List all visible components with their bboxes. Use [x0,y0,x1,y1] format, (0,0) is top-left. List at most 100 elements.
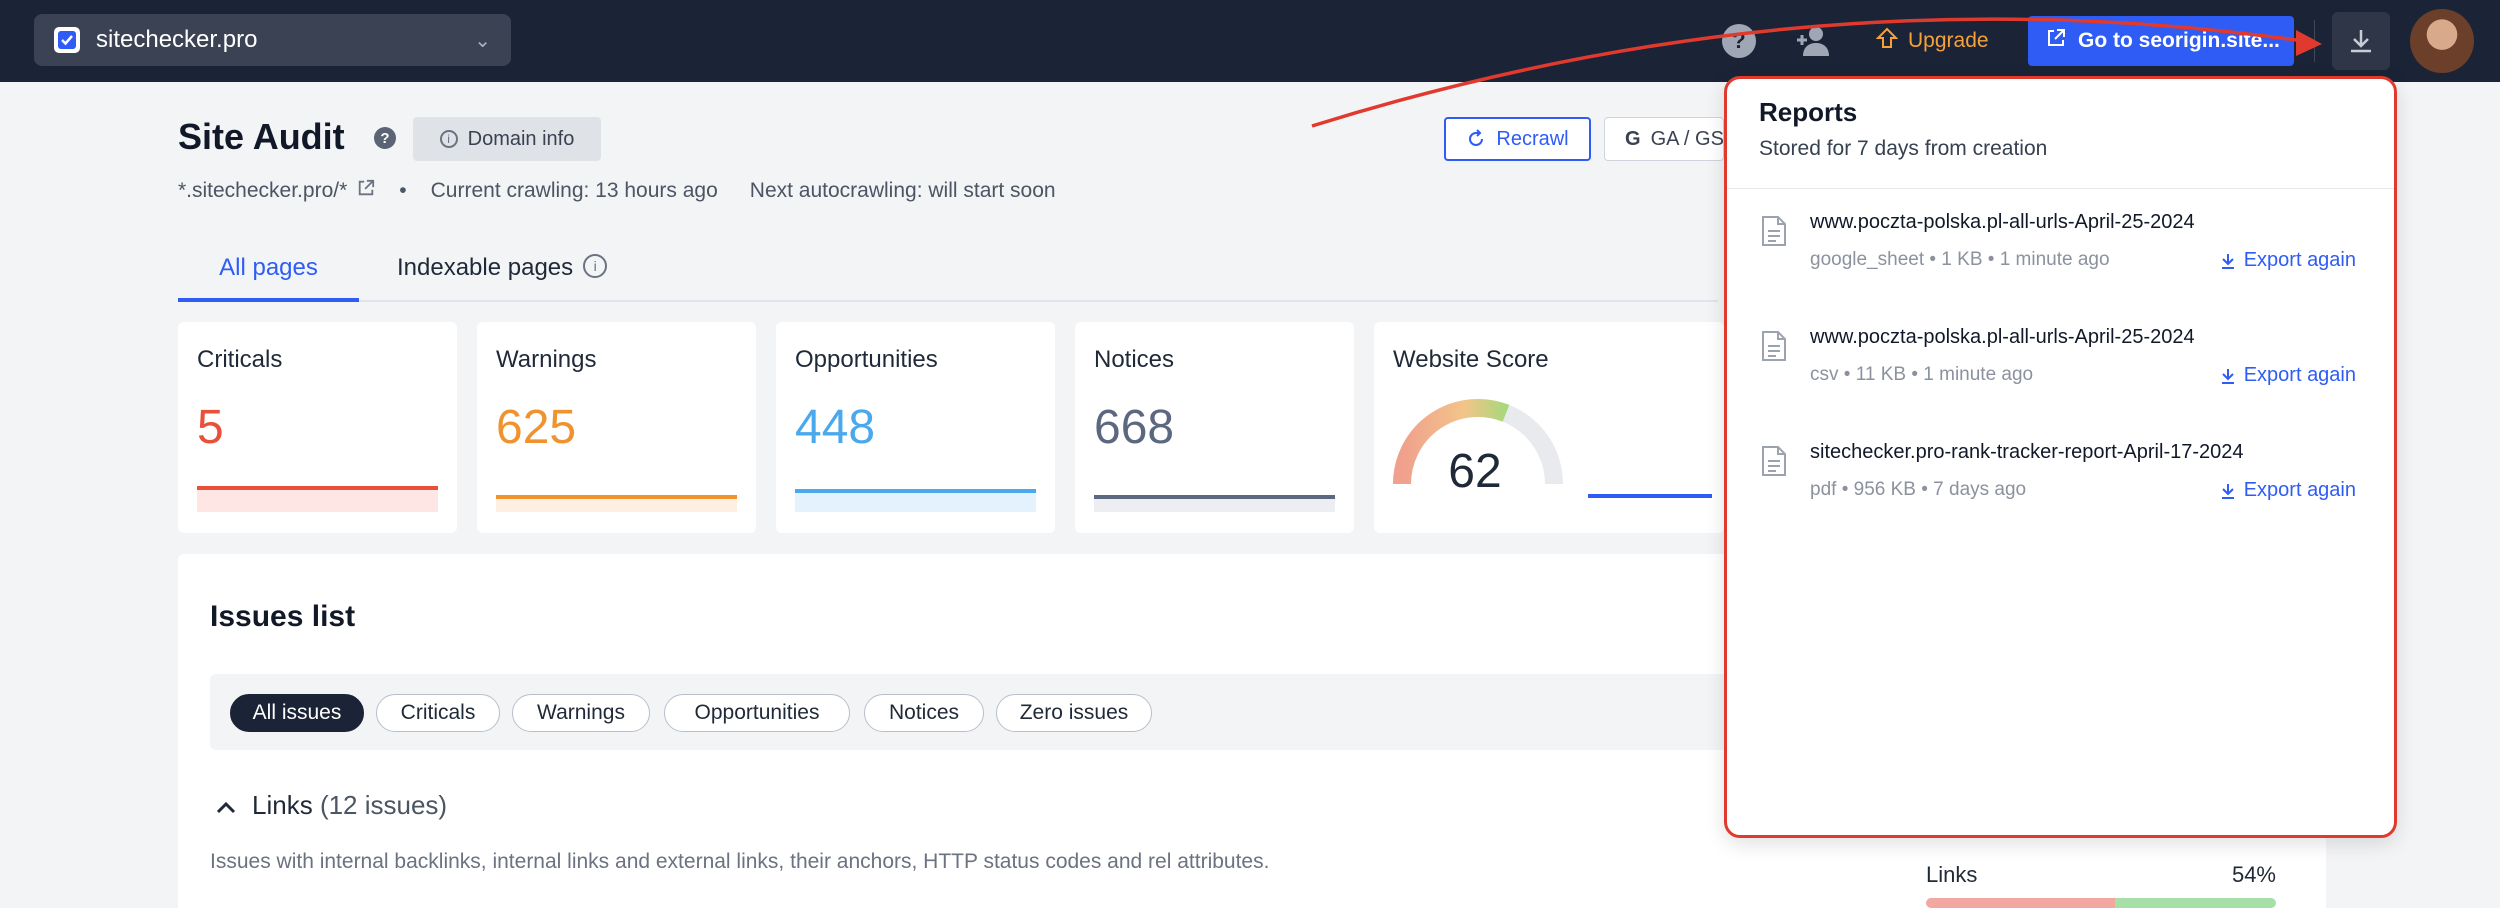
help-icon[interactable]: ? [1722,24,1756,58]
recrawl-label: Recrawl [1496,127,1569,150]
report-item[interactable]: www.poczta-polska.pl-all-urls-April-25-2… [1761,326,2371,416]
filter-criticals[interactable]: Criticals [376,694,500,732]
download-small-icon [2221,253,2234,269]
add-user-icon[interactable] [1794,24,1834,58]
score-trend-line [1588,494,1712,498]
export-again-button[interactable]: Export again [2220,479,2356,502]
warnings-card[interactable]: Warnings 625 [477,322,756,533]
card-label: Warnings [496,346,597,373]
domain-link[interactable]: *.sitechecker.pro/* [178,179,347,203]
report-name[interactable]: www.poczta-polska.pl-all-urls-April-25-2… [1810,326,2195,349]
document-icon [1762,216,1786,246]
external-link-small-icon[interactable] [357,179,375,203]
separator-bullet: • [399,179,407,202]
criticals-card[interactable]: Criticals 5 [178,322,457,533]
top-navigation-bar: sitechecker.pro ⌄ ? Upgrade Go to seorig… [0,0,2500,82]
tab-all-pages[interactable]: All pages [178,252,359,302]
ga-gsc-button[interactable]: G GA / GS [1604,117,1724,161]
domain-info-button[interactable]: i Domain info [413,117,601,161]
site-favicon-icon [54,27,80,53]
download-small-icon [2221,483,2234,499]
refresh-icon [1469,129,1484,146]
current-crawling: Current crawling: 13 hours ago [430,179,718,202]
tab-indexable-pages[interactable]: Indexable pages i [397,252,608,282]
export-again-button[interactable]: Export again [2220,364,2356,387]
notices-card[interactable]: Notices 668 [1075,322,1354,533]
export-again-label: Export again [2243,364,2356,386]
download-reports-button[interactable] [2332,12,2390,70]
links-group-name: Links [252,790,313,820]
report-meta: google_sheet • 1 KB • 1 minute ago [1810,249,2110,270]
document-icon [1762,331,1786,361]
card-label: Notices [1094,346,1175,373]
report-meta: csv • 11 KB • 1 minute ago [1810,364,2034,385]
chevron-up-icon [216,790,236,821]
reports-header: Reports Stored for 7 days from creation [1727,79,2394,189]
topbar-divider [2314,20,2315,62]
upgrade-button[interactable]: Upgrade [1875,20,1989,62]
filter-zero-issues[interactable]: Zero issues [996,694,1152,732]
issues-title: Issues list [210,600,356,633]
external-link-icon [2046,28,2066,54]
export-again-label: Export again [2243,249,2356,271]
document-icon [1762,446,1786,476]
links-group-toggle[interactable]: Links (12 issues) [216,790,447,821]
download-small-icon [2221,368,2234,384]
user-avatar[interactable] [2410,9,2474,73]
crawl-status-line: *.sitechecker.pro/* • Current crawling: … [178,179,1056,203]
report-name[interactable]: sitechecker.pro-rank-tracker-report-Apri… [1810,441,2244,464]
links-issue-count: (12 issues) [319,790,448,820]
go-to-site-button[interactable]: Go to seorigin.site... [2028,16,2294,66]
info-icon[interactable]: i [583,254,608,278]
info-icon: i [439,130,458,148]
filter-opportunities[interactable]: Opportunities [664,694,850,732]
site-selector-dropdown[interactable]: sitechecker.pro ⌄ [34,14,511,66]
filter-notices[interactable]: Notices [864,694,984,732]
recrawl-button[interactable]: Recrawl [1444,117,1591,161]
export-again-label: Export again [2243,479,2356,501]
card-value: 448 [795,401,876,454]
report-item[interactable]: sitechecker.pro-rank-tracker-report-Apri… [1761,441,2371,531]
next-autocrawling: Next autocrawling: will start soon [749,179,1056,202]
filter-warnings[interactable]: Warnings [512,694,650,732]
links-metric-value: 54% [2231,862,2276,887]
report-item[interactable]: www.poczta-polska.pl-all-urls-April-25-2… [1761,211,2371,301]
links-description: Issues with internal backlinks, internal… [210,850,1270,873]
links-metric: Links 54% [1926,862,2276,888]
card-value: 625 [496,401,577,454]
card-trend-fill [496,499,737,512]
reports-subtitle: Stored for 7 days from creation [1759,137,2048,160]
website-score-gauge: 62 [1390,386,1566,498]
upgrade-arrow-icon [1875,27,1899,55]
card-label: Website Score [1393,346,1549,373]
card-value: 668 [1094,401,1175,454]
report-meta: pdf • 956 KB • 7 days ago [1810,479,2027,500]
card-trend-fill [197,490,438,512]
links-progress-bar [1926,898,2276,908]
google-icon: G [1625,127,1641,150]
website-score-value: 62 [1448,445,1502,498]
title-help-icon[interactable]: ? [374,127,396,149]
card-label: Opportunities [795,346,938,373]
go-to-site-label: Go to seorigin.site... [2078,29,2280,52]
links-metric-label: Links [1926,862,1978,887]
tab-indexable-pages-label: Indexable pages [397,254,574,281]
issue-filter-bar: All issues Criticals Warnings Opportunit… [210,674,1890,750]
download-icon [2351,30,2371,53]
page-title: Site Audit [178,116,345,157]
report-name[interactable]: www.poczta-polska.pl-all-urls-April-25-2… [1810,211,2195,234]
opportunities-card[interactable]: Opportunities 448 [776,322,1055,533]
website-score-card[interactable]: Website Score 62 [1374,322,1724,533]
domain-info-label: Domain info [467,127,575,150]
card-label: Criticals [197,346,283,373]
site-name: sitechecker.pro [96,26,258,53]
tab-all-pages-label: All pages [219,254,318,281]
reports-dropdown: Reports Stored for 7 days from creation … [1724,76,2397,838]
chevron-down-icon: ⌄ [474,29,491,52]
card-trend-fill [795,493,1036,512]
filter-all-issues[interactable]: All issues [230,694,364,732]
page-tabs: All pages Indexable pages i [178,244,1718,302]
export-again-button[interactable]: Export again [2220,249,2356,272]
ga-gsc-label: GA / GS [1650,127,1724,150]
upgrade-label: Upgrade [1908,29,1989,52]
